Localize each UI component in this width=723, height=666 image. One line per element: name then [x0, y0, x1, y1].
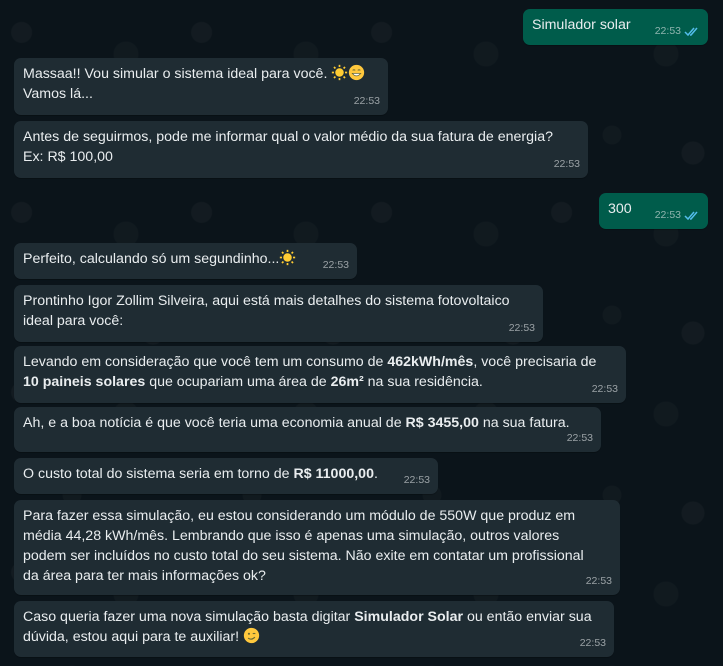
- message-segment: .: [373, 466, 378, 482]
- message-segment: , você precisaria de: [473, 354, 597, 370]
- grinning-emoji-icon: [349, 64, 365, 81]
- message-meta: 22:53: [323, 255, 349, 275]
- message-meta: 22:53: [554, 154, 580, 174]
- area-value: 26m²: [330, 374, 364, 390]
- message-segment: Levando em consideração que você tem um …: [23, 354, 388, 370]
- message-time: 22:53: [353, 95, 380, 107]
- message-text: Levando em consideração que você tem um …: [23, 352, 617, 392]
- consumption-value: 462kWh/mês: [387, 354, 474, 370]
- message-time: 22:53: [508, 322, 535, 334]
- message-text: Prontinho Igor Zollim Silveira, aqui est…: [23, 291, 534, 331]
- message-text: Ah, e a boa notícia é que você teria uma…: [23, 413, 592, 433]
- message-meta: 22:53: [567, 428, 593, 448]
- keyword-simulador-solar: Simulador Solar: [354, 609, 464, 625]
- message-incoming[interactable]: Antes de seguirmos, pode me informar qua…: [14, 121, 588, 178]
- message-segment: que ocupariam uma área de: [145, 374, 331, 390]
- message-line: Antes de seguirmos, pode me informar qua…: [23, 129, 553, 145]
- message-incoming[interactable]: Ah, e a boa notícia é que você teria uma…: [14, 407, 601, 452]
- message-incoming[interactable]: Prontinho Igor Zollim Silveira, aqui est…: [14, 285, 543, 342]
- double-check-read-icon: [684, 27, 698, 36]
- message-time: 22:53: [591, 383, 618, 395]
- message-incoming[interactable]: Caso queria fazer uma nova simulação bas…: [14, 601, 614, 657]
- message-time: 22:53: [403, 474, 430, 486]
- message-text: O custo total do sistema seria em torno …: [23, 464, 429, 484]
- message-outgoing[interactable]: Simulador solar 22:53: [523, 9, 708, 45]
- message-segment: O custo total do sistema seria em torno …: [23, 466, 294, 482]
- message-line: Vamos lá...: [23, 86, 93, 102]
- message-time: 22:53: [654, 209, 681, 221]
- chat-background: Simulador solar 22:53 Massaa!! Vou simul…: [0, 0, 723, 666]
- message-meta: 22:53: [655, 205, 700, 225]
- message-outgoing[interactable]: 300 22:53: [599, 193, 708, 229]
- message-text: Caso queria fazer uma nova simulação bas…: [23, 607, 605, 647]
- message-segment: na sua fatura.: [478, 415, 570, 431]
- message-time: 22:53: [322, 259, 349, 271]
- message-line: dúvida, estou aqui para te auxiliar!: [23, 629, 244, 645]
- message-incoming[interactable]: O custo total do sistema seria em torno …: [14, 458, 438, 494]
- message-segment: na sua residência.: [363, 374, 483, 390]
- message-line: Massaa!! Vou simular o sistema ideal par…: [23, 66, 332, 82]
- message-segment: Caso queria fazer uma nova simulação bas…: [23, 609, 355, 625]
- message-line: Para fazer essa simulação, eu estou cons…: [23, 508, 576, 524]
- message-line: podem ser incluídos no custo total do se…: [23, 548, 584, 564]
- message-line: Ex: R$ 100,00: [23, 149, 113, 165]
- message-line: Prontinho Igor Zollim Silveira, aqui est…: [23, 293, 510, 309]
- total-cost-value: R$ 11000,00: [293, 466, 374, 482]
- double-check-read-icon: [684, 211, 698, 220]
- message-meta: 22:53: [586, 571, 612, 591]
- panels-value: 10 paineis solares: [23, 374, 146, 390]
- message-time: 22:53: [579, 637, 606, 649]
- message-meta: 22:53: [592, 379, 618, 399]
- winking-emoji-icon: [243, 627, 260, 644]
- message-incoming[interactable]: Para fazer essa simulação, eu estou cons…: [14, 500, 620, 595]
- message-time: 22:53: [553, 158, 580, 170]
- message-line: ideal para você:: [23, 313, 124, 329]
- message-meta: 22:53: [354, 91, 380, 111]
- message-meta: 22:53: [580, 633, 606, 653]
- sun-emoji-icon: [332, 64, 348, 81]
- message-text: Perfeito, calculando só um segundinho...: [23, 249, 348, 269]
- message-text: Para fazer essa simulação, eu estou cons…: [23, 506, 611, 586]
- message-incoming[interactable]: Perfeito, calculando só um segundinho...…: [14, 243, 357, 279]
- message-segment: Ah, e a boa notícia é que você teria uma…: [23, 415, 406, 431]
- message-line: da área para ter mais informações ok?: [23, 568, 266, 584]
- message-incoming[interactable]: Levando em consideração que você tem um …: [14, 346, 626, 403]
- sun-emoji-icon: [280, 249, 296, 266]
- message-incoming[interactable]: Massaa!! Vou simular o sistema ideal par…: [14, 58, 388, 115]
- message-line: Perfeito, calculando só um segundinho...: [23, 251, 280, 267]
- message-text: Antes de seguirmos, pode me informar qua…: [23, 127, 579, 167]
- message-meta: 22:53: [509, 318, 535, 338]
- message-line: média 44,28 kWh/mês. Lembrando que isso …: [23, 528, 560, 544]
- message-time: 22:53: [585, 575, 612, 587]
- savings-value: R$ 3455,00: [405, 415, 479, 431]
- message-text: Massaa!! Vou simular o sistema ideal par…: [23, 64, 379, 104]
- message-meta: 22:53: [655, 21, 700, 41]
- message-time: 22:53: [566, 432, 593, 444]
- message-time: 22:53: [654, 25, 681, 37]
- message-meta: 22:53: [404, 470, 430, 490]
- message-segment: ou então enviar sua: [463, 609, 592, 625]
